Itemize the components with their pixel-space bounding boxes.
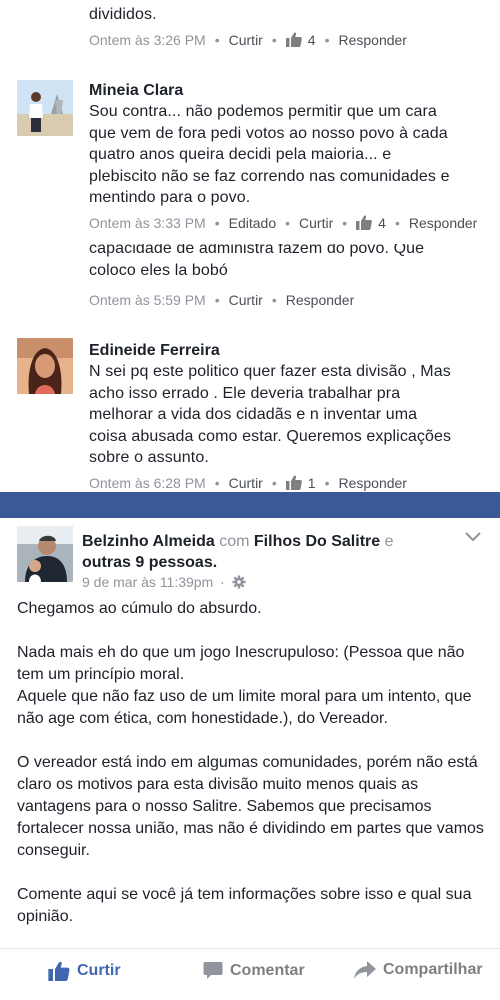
thumbs-up-icon bbox=[285, 475, 302, 490]
comment-time[interactable]: Ontem às 3:26 PM bbox=[89, 32, 206, 48]
comment-time[interactable]: Ontem às 3:33 PM bbox=[89, 215, 206, 231]
reply-link[interactable]: Responder bbox=[409, 215, 478, 231]
edited-label[interactable]: Editado bbox=[229, 215, 276, 231]
like-link[interactable]: Curtir bbox=[229, 475, 263, 491]
comment-meta: Ontem às 6:28 PM • Curtir • 1 • Responder bbox=[89, 475, 407, 491]
chevron-down-icon[interactable] bbox=[464, 530, 482, 548]
post-time[interactable]: 9 de mar às 11:39pm bbox=[82, 574, 213, 590]
author-name[interactable]: Belzinho Almeida bbox=[82, 533, 215, 550]
post-header: Belzinho Almeida com Filhos Do Salitre e… bbox=[82, 533, 394, 571]
top-bar bbox=[0, 492, 500, 518]
commenter-name[interactable]: Edineide Ferreira bbox=[89, 342, 220, 360]
post-body: Chegamos ao cúmulo do absurdo. Nada mais… bbox=[17, 598, 489, 950]
comment-meta: Ontem às 5:59 PM • Curtir • Responder bbox=[89, 292, 355, 308]
post-paragraph: Nada mais eh do que um jogo Inescrupulos… bbox=[17, 644, 472, 727]
likes-count[interactable]: 4 bbox=[285, 32, 316, 48]
post-paragraph: Comente aqui se você já tem informações … bbox=[17, 886, 472, 925]
likes-count[interactable]: 4 bbox=[356, 215, 386, 231]
author-avatar[interactable] bbox=[17, 526, 73, 582]
commenter-name[interactable]: Mineia Clara bbox=[89, 82, 183, 100]
thumbs-up-icon bbox=[356, 215, 372, 230]
comment-meta: Ontem às 3:26 PM • Curtir • 4 • Responder bbox=[89, 32, 407, 48]
reply-link[interactable]: Responder bbox=[338, 32, 407, 48]
thumbs-up-icon bbox=[48, 961, 70, 981]
share-button[interactable]: Compartilhar bbox=[354, 961, 483, 979]
comment-text: divididos. bbox=[89, 6, 157, 23]
avatar-photo bbox=[17, 338, 73, 394]
post-paragraph: Chegamos ao cúmulo do absurdo. bbox=[17, 600, 262, 617]
comment-text: Sou contra... não podemos permitir que u… bbox=[89, 103, 450, 206]
comment-text: N sei pq este politico quer fazer esta d… bbox=[89, 363, 452, 466]
avatar[interactable] bbox=[17, 338, 73, 394]
share-icon bbox=[354, 961, 376, 979]
comment-text: capacidade de administra fazem do povo. … bbox=[89, 244, 425, 279]
comment-time[interactable]: Ontem às 6:28 PM bbox=[89, 475, 206, 491]
avatar-photo bbox=[17, 80, 73, 136]
comment-meta: Ontem às 3:33 PM • Editado • Curtir • 4 • Respon… bbox=[89, 215, 478, 231]
comment-clip: capacidade de administra fazem do povo. … bbox=[0, 244, 500, 286]
comment-button[interactable]: Comentar bbox=[203, 961, 305, 980]
reply-link[interactable]: Responder bbox=[286, 292, 355, 308]
post-paragraph: O vereador está indo em algumas comunida… bbox=[17, 754, 484, 859]
avatar-photo bbox=[17, 526, 73, 582]
likes-count[interactable]: 1 bbox=[285, 475, 316, 491]
post-actions: Curtir Comentar Compartilhar bbox=[0, 948, 500, 997]
avatar[interactable] bbox=[17, 80, 73, 136]
reply-link[interactable]: Responder bbox=[338, 475, 407, 491]
like-button[interactable]: Curtir bbox=[48, 961, 121, 981]
comment-icon bbox=[203, 962, 223, 979]
post-meta: 9 de mar às 11:39pm · bbox=[82, 574, 246, 590]
like-link[interactable]: Curtir bbox=[299, 215, 333, 231]
comment-time[interactable]: Ontem às 5:59 PM bbox=[89, 292, 206, 308]
gear-icon[interactable] bbox=[232, 575, 246, 589]
thumbs-up-icon bbox=[285, 32, 302, 47]
tagged-page[interactable]: Filhos Do Salitre bbox=[254, 533, 380, 550]
like-link[interactable]: Curtir bbox=[229, 32, 263, 48]
like-link[interactable]: Curtir bbox=[229, 292, 263, 308]
tagged-others[interactable]: outras 9 pessoas bbox=[82, 554, 213, 571]
